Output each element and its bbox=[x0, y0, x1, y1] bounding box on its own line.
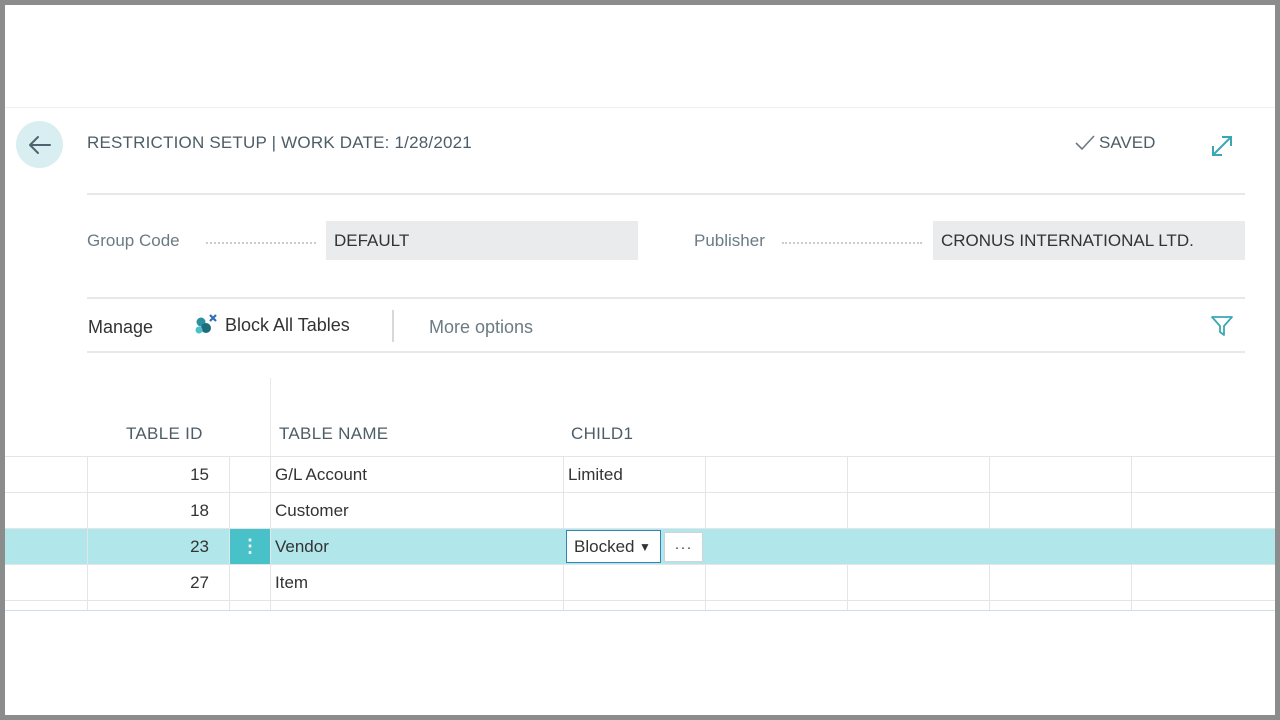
filter-icon bbox=[1211, 316, 1233, 336]
empty-cell bbox=[1131, 565, 1275, 600]
header-divider bbox=[87, 193, 1245, 195]
cell-child1: Blocked ▼ ··· bbox=[563, 529, 705, 564]
more-options-button[interactable]: More options bbox=[429, 317, 533, 338]
empty-cell bbox=[563, 601, 705, 610]
checkmark-icon bbox=[1075, 135, 1095, 151]
publisher-dots bbox=[782, 242, 922, 244]
empty-cell bbox=[270, 601, 563, 610]
empty-cell bbox=[1131, 493, 1275, 528]
cell-child1[interactable] bbox=[563, 493, 705, 528]
block-all-tables-label: Block All Tables bbox=[225, 314, 350, 335]
table-row-partial bbox=[5, 600, 1275, 610]
empty-cell bbox=[989, 565, 1131, 600]
dropdown-caret-icon: ▼ bbox=[639, 539, 651, 554]
cell-table-name: Item bbox=[270, 565, 563, 600]
data-grid: 15 G/L Account Limited 18 Customer 23 ⋮ … bbox=[5, 456, 1275, 611]
cell-row-menu bbox=[229, 457, 270, 492]
cell-table-name: Vendor bbox=[270, 529, 563, 564]
empty-cell bbox=[989, 493, 1131, 528]
cell-row-menu: ⋮ bbox=[229, 529, 270, 564]
header-column-divider bbox=[270, 378, 271, 456]
cell-table-id: 15 bbox=[87, 457, 229, 492]
lookup-button[interactable]: ··· bbox=[664, 532, 703, 562]
empty-cell bbox=[705, 457, 847, 492]
empty-cell bbox=[989, 601, 1131, 610]
filter-button[interactable] bbox=[1209, 313, 1235, 339]
block-tables-icon bbox=[195, 314, 217, 334]
group-code-field[interactable] bbox=[326, 221, 638, 260]
cell-row-menu bbox=[229, 565, 270, 600]
actionbar-divider bbox=[87, 351, 1245, 353]
cell-table-id: 23 bbox=[87, 529, 229, 564]
expand-icon bbox=[1212, 136, 1232, 156]
empty-cell bbox=[989, 457, 1131, 492]
empty-cell bbox=[847, 529, 989, 564]
empty-cell bbox=[229, 601, 270, 610]
column-header-child1[interactable]: CHILD1 bbox=[571, 424, 633, 444]
saved-label: SAVED bbox=[1099, 133, 1156, 152]
empty-cell bbox=[847, 493, 989, 528]
empty-cell bbox=[847, 601, 989, 610]
table-row[interactable]: 15 G/L Account Limited bbox=[5, 456, 1275, 492]
empty-cell bbox=[989, 529, 1131, 564]
group-code-dots bbox=[206, 242, 316, 244]
expand-button[interactable] bbox=[1209, 133, 1235, 159]
empty-cell bbox=[847, 565, 989, 600]
page-title: RESTRICTION SETUP | WORK DATE: 1/28/2021 bbox=[87, 133, 472, 152]
empty-cell bbox=[1131, 529, 1275, 564]
empty-cell bbox=[705, 565, 847, 600]
table-row-selected[interactable]: 23 ⋮ Vendor Blocked ▼ ··· bbox=[5, 528, 1275, 564]
cell-child1[interactable] bbox=[563, 565, 705, 600]
cell-table-name: G/L Account bbox=[270, 457, 563, 492]
table-row[interactable]: 27 Item bbox=[5, 564, 1275, 600]
empty-cell bbox=[705, 493, 847, 528]
column-header-table-name[interactable]: TABLE NAME bbox=[279, 424, 388, 444]
window-frame bbox=[0, 0, 1280, 720]
manage-menu[interactable]: Manage bbox=[88, 317, 153, 338]
table-row[interactable]: 18 Customer bbox=[5, 492, 1275, 528]
row-actions-button[interactable]: ⋮ bbox=[230, 529, 270, 564]
fields-divider bbox=[87, 297, 1245, 299]
publisher-label: Publisher bbox=[694, 231, 765, 250]
empty-cell bbox=[1131, 601, 1275, 610]
cell-table-id: 27 bbox=[87, 565, 229, 600]
action-divider bbox=[392, 310, 394, 342]
empty-cell bbox=[1131, 457, 1275, 492]
empty-cell bbox=[705, 601, 847, 610]
back-button[interactable] bbox=[16, 121, 63, 168]
empty-cell bbox=[87, 601, 229, 610]
child1-dropdown-value: Blocked bbox=[574, 536, 634, 556]
cell-row-menu bbox=[229, 493, 270, 528]
publisher-field[interactable] bbox=[933, 221, 1245, 260]
child1-dropdown[interactable]: Blocked ▼ bbox=[566, 530, 661, 563]
empty-cell bbox=[705, 529, 847, 564]
cell-table-id: 18 bbox=[87, 493, 229, 528]
saved-status: SAVED bbox=[1074, 133, 1155, 153]
grid-bottom-border bbox=[5, 610, 1275, 611]
empty-cell bbox=[847, 457, 989, 492]
cell-child1[interactable]: Limited bbox=[563, 457, 705, 492]
column-header-table-id[interactable]: TABLE ID bbox=[126, 424, 203, 444]
group-code-label: Group Code bbox=[87, 231, 180, 250]
top-separator bbox=[5, 107, 1275, 108]
back-arrow-icon bbox=[28, 135, 51, 154]
cell-table-name: Customer bbox=[270, 493, 563, 528]
block-all-tables-button[interactable]: Block All Tables bbox=[193, 313, 350, 337]
